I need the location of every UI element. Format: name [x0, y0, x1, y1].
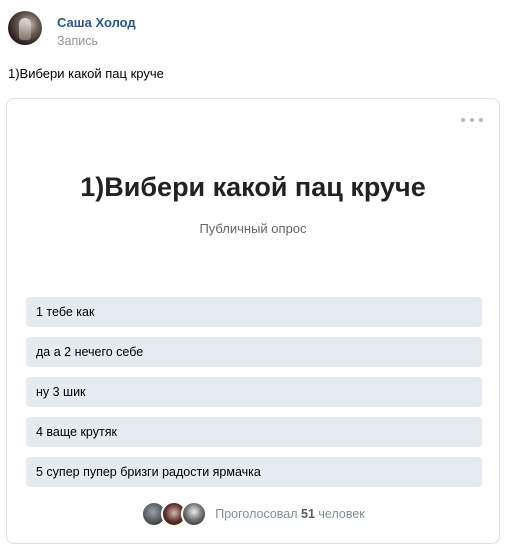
- poll-card: 1)Вибери какой пац круче Публичный опрос…: [6, 98, 500, 544]
- voters-count-text: Проголосовал 51 человек: [215, 507, 365, 521]
- voters-count: 51: [301, 507, 315, 521]
- poll-title: 1)Вибери какой пац круче: [80, 172, 426, 202]
- poll-option-3[interactable]: ну 3 шик: [26, 377, 482, 407]
- voters-prefix: Проголосовал: [215, 507, 298, 521]
- more-dot-icon: [470, 118, 474, 122]
- voters-suffix: человек: [318, 507, 365, 521]
- voter-avatar: [181, 501, 208, 527]
- avatar-figure: [19, 18, 31, 40]
- more-dot-icon: [479, 118, 483, 122]
- post-container: Саша Холод Запись 1)Вибери какой пац кру…: [0, 0, 514, 558]
- voters-summary[interactable]: Проголосовал 51 человек: [7, 501, 499, 527]
- more-options-button[interactable]: [461, 115, 483, 125]
- poll-option-2[interactable]: да а 2 нечего себе: [26, 337, 482, 367]
- more-dot-icon: [461, 118, 465, 122]
- poll-option-1[interactable]: 1 тебе как: [26, 297, 482, 327]
- author-avatar[interactable]: [8, 11, 42, 45]
- poll-options: 1 тебе как да а 2 нечего себе ну 3 шик 4…: [26, 297, 482, 497]
- author-name-link[interactable]: Саша Холод: [57, 15, 136, 30]
- post-text: 1)Вибери какой пац круче: [8, 66, 164, 81]
- poll-option-5[interactable]: 5 супер пупер бризги радости ярмачка: [26, 457, 482, 487]
- voter-avatars: [141, 501, 208, 527]
- poll-subtitle: Публичный опрос: [199, 221, 307, 236]
- post-type-label: Запись: [57, 34, 99, 48]
- poll-option-4[interactable]: 4 ваще крутяк: [26, 417, 482, 447]
